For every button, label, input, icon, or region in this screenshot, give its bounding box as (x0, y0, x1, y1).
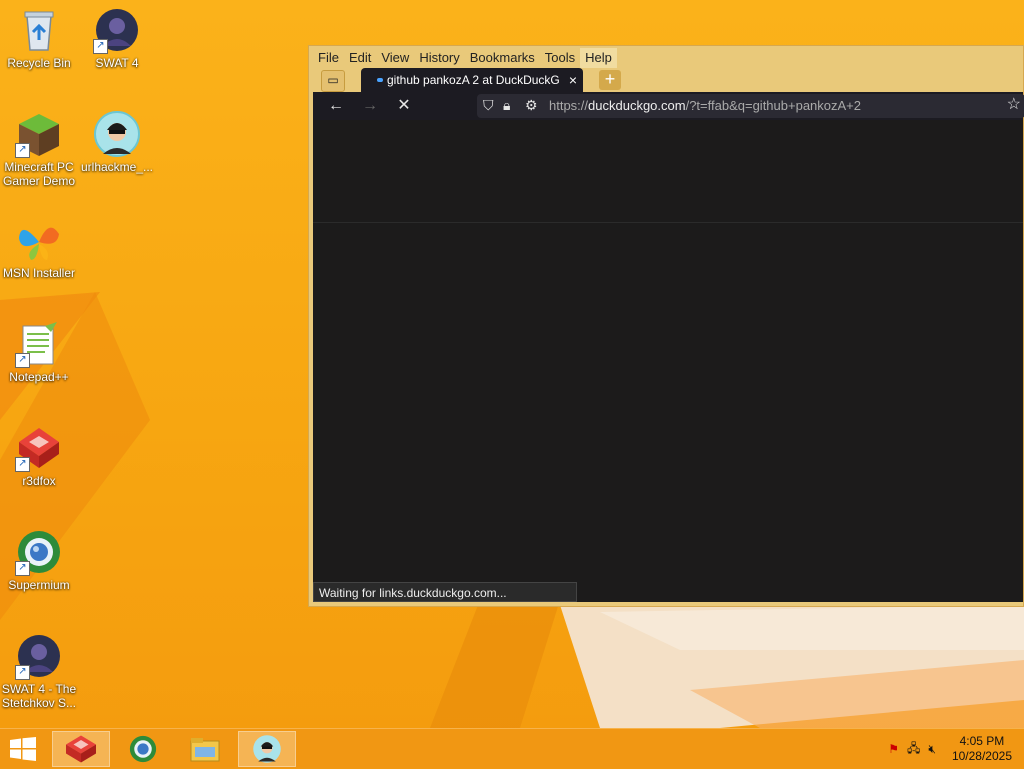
content-divider (313, 222, 1023, 223)
taskbar: ⚑ 🖧︎ 🔇︎ 4:05 PM 10/28/2025 (0, 728, 1024, 769)
shortcut-arrow-icon: ↗ (15, 561, 30, 576)
taskbar-r3dfox[interactable] (52, 731, 110, 767)
system-tray: ⚑ 🖧︎ 🔇︎ 4:05 PM 10/28/2025 (888, 729, 1016, 769)
minecraft-grass-block-icon: ↗ (15, 110, 63, 158)
menu-edit[interactable]: Edit (344, 48, 376, 68)
desktop-icon-notepadpp[interactable]: ↗ Notepad++ (0, 320, 78, 384)
tracking-shield-icon[interactable]: ⛉ (483, 97, 494, 114)
url-text[interactable]: https://duckduckgo.com/?t=ffab&q=github+… (549, 98, 861, 113)
shortcut-arrow-icon: ↗ (15, 457, 30, 472)
menu-tools[interactable]: Tools (540, 48, 580, 68)
folder-icon (190, 738, 220, 762)
back-arrow-icon[interactable]: ← (325, 96, 347, 116)
desktop-icon-minecraft[interactable]: ↗ Minecraft PC Gamer Demo (0, 110, 78, 188)
desktop-icon-label: Notepad++ (9, 370, 69, 384)
taskbar-avatar-app[interactable] (238, 731, 296, 767)
desktop-icon-swat4-stetchkov[interactable]: ↗ SWAT 4 - The Stetchkov S... (0, 632, 78, 710)
desktop-icon-label: SWAT 4 - The Stetchkov S... (1, 682, 77, 710)
menu-help[interactable]: Help (580, 48, 617, 68)
swat4-icon: ↗ (15, 632, 63, 680)
desktop-icon-r3dfox[interactable]: ↗ r3dfox (0, 424, 78, 488)
desktop-icon-urlhackme[interactable]: urlhackme_... (78, 110, 156, 174)
status-bar: Waiting for links.duckduckgo.com... (313, 582, 577, 602)
menu-file[interactable]: File (313, 48, 344, 68)
menu-bookmarks[interactable]: Bookmarks (465, 48, 540, 68)
url-host: duckduckgo.com (588, 98, 686, 113)
desktop-icon-label: Supermium (8, 578, 70, 592)
volume-muted-icon[interactable]: 🔇︎ (928, 742, 936, 757)
clock[interactable]: 4:05 PM 10/28/2025 (944, 734, 1016, 764)
avatar-icon (253, 735, 281, 763)
avatar-icon (93, 110, 141, 158)
network-icon[interactable]: 🖧︎ (907, 739, 920, 760)
start-button[interactable] (8, 737, 38, 761)
tab-active[interactable]: github pankozA 2 at DuckDuckG × (361, 68, 583, 92)
lock-icon[interactable]: 🔒︎ (503, 97, 510, 114)
tab-strip: ▭ github pankozA 2 at DuckDuckG × + (313, 68, 1023, 92)
supermium-icon: ↗ (15, 528, 63, 576)
clock-time: 4:05 PM (959, 734, 1005, 748)
menu-bar: File Edit View History Bookmarks Tools H… (313, 48, 617, 68)
recycle-bin-icon (15, 6, 63, 54)
shortcut-arrow-icon: ↗ (15, 143, 30, 158)
clock-date: 10/28/2025 (951, 749, 1012, 763)
desktop-icon-label: r3dfox (22, 474, 56, 488)
address-bar[interactable]: ⛉ 🔒︎ ⚙ https://duckduckgo.com/?t=ffab&q=… (477, 94, 1024, 118)
windows-logo-icon (10, 737, 36, 761)
desktop-icon-msn-installer[interactable]: MSN Installer (0, 216, 78, 280)
loading-indicator-icon (377, 78, 383, 82)
menu-view[interactable]: View (376, 48, 414, 68)
supermium-icon (129, 735, 157, 763)
bookmark-star-icon[interactable]: ☆ (1007, 94, 1021, 114)
list-all-tabs-icon[interactable]: ▭ (321, 70, 345, 92)
action-center-flag-icon[interactable]: ⚑ (888, 742, 899, 756)
desktop-icon-label: MSN Installer (2, 266, 76, 280)
swat4-icon: ↗ (93, 6, 141, 54)
close-tab-icon[interactable]: × (569, 68, 577, 92)
browser-window: File Edit View History Bookmarks Tools H… (308, 45, 1024, 607)
url-scheme: https:// (549, 98, 589, 113)
taskbar-file-explorer[interactable] (176, 731, 234, 767)
new-tab-button[interactable]: + (599, 70, 621, 90)
menu-history[interactable]: History (414, 48, 464, 68)
desktop-icon-label: Minecraft PC Gamer Demo (2, 160, 76, 188)
permissions-icon[interactable]: ⚙ (525, 97, 538, 114)
shortcut-arrow-icon: ↗ (93, 39, 108, 54)
r3dfox-icon (66, 735, 96, 763)
desktop-icon-label: SWAT 4 (95, 56, 139, 70)
desktop-icon-swat4[interactable]: ↗ SWAT 4 (78, 6, 156, 70)
navigation-toolbar: ← → ✕ ⛉ 🔒︎ ⚙ https://duckduckgo.com/?t=f… (313, 92, 1024, 120)
desktop-icon-recycle-bin[interactable]: Recycle Bin (0, 6, 78, 70)
shortcut-arrow-icon: ↗ (15, 665, 30, 680)
tab-title: github pankozA 2 at DuckDuckG (387, 73, 560, 87)
notepadpp-icon: ↗ (15, 320, 63, 368)
shortcut-arrow-icon: ↗ (15, 353, 30, 368)
taskbar-supermium[interactable] (114, 731, 172, 767)
msn-butterfly-icon (15, 216, 63, 264)
desktop-icon-label: urlhackme_... (80, 160, 154, 174)
desktop-icon-label: Recycle Bin (7, 56, 71, 70)
stop-loading-icon[interactable]: ✕ (393, 96, 415, 116)
desktop-icon-supermium[interactable]: ↗ Supermium (0, 528, 78, 592)
url-path: /?t=ffab&q=github+pankozA+2 (685, 98, 862, 113)
page-content (313, 120, 1023, 602)
forward-arrow-icon[interactable]: → (359, 96, 381, 116)
r3dfox-icon: ↗ (15, 424, 63, 472)
